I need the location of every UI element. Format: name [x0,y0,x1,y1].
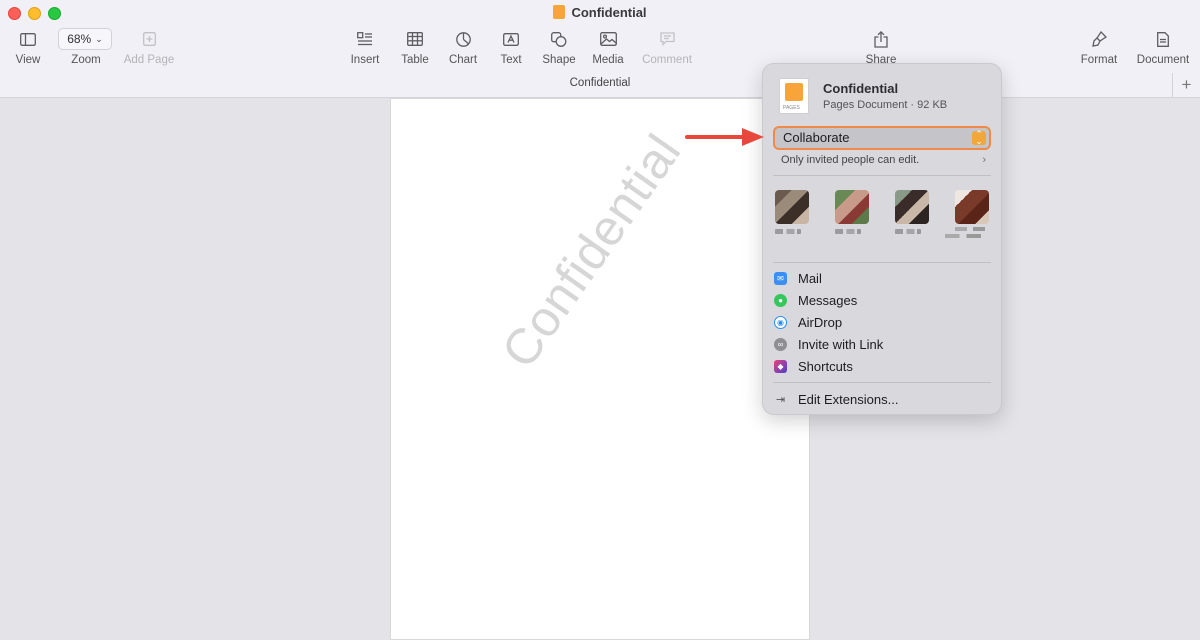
comment-label: Comment [642,54,692,66]
document-icon [1157,31,1169,47]
zoom-value: 68% [67,32,92,46]
invite-link-label: Invite with Link [798,336,884,352]
share-doc-info: Pages Document · 92 KB [823,99,948,111]
share-popover: PAGES Confidential Pages Document · 92 K… [762,63,1002,415]
text-box-icon [503,32,519,46]
pages-file-icon: PAGES [779,78,809,114]
mail-label: Mail [798,270,822,286]
chart-icon [455,31,471,47]
shape-icon [551,31,567,47]
format-button[interactable]: Format [1069,28,1129,66]
media-label: Media [592,54,624,66]
chevron-down-icon: ⌄ [95,33,103,44]
pages-document-icon [553,5,566,19]
document-tab[interactable]: Confidential [0,77,1200,89]
insert-icon [357,32,372,46]
share-shortcuts[interactable]: ◆ Shortcuts [773,356,991,376]
annotation-arrow [685,135,745,139]
add-tab-button[interactable]: + [1172,73,1200,98]
edit-extensions[interactable]: ⇥ Edit Extensions... [773,389,991,409]
share-mail[interactable]: ✉ Mail [773,268,991,288]
share-airdrop[interactable]: ◉ AirDrop [773,312,991,332]
zoom-dropdown[interactable]: 68% ⌄ [58,28,112,50]
photo-icon [599,32,617,46]
comment-button[interactable]: Comment [637,28,697,66]
contact-avatar[interactable] [895,190,935,234]
comment-icon [659,32,675,46]
window-title: Confidential [0,5,1200,20]
permission-setting[interactable]: Only invited people can edit. › [781,154,986,166]
add-page-icon [142,32,156,46]
shortcuts-label: Shortcuts [798,358,853,374]
edit-extensions-label: Edit Extensions... [798,391,899,407]
table-icon [407,32,423,46]
document-button[interactable]: Document [1133,28,1193,66]
view-label: View [15,54,41,66]
document-label: Document [1136,54,1190,66]
media-button[interactable]: Media [578,28,638,66]
annotation-arrow-head [742,128,764,146]
share-doc-name: Confidential [823,81,899,96]
view-button[interactable]: View [0,28,58,66]
divider [773,175,991,176]
share-invite-link[interactable]: ∞ Invite with Link [773,334,991,354]
document-page[interactable] [390,98,810,640]
mail-icon: ✉ [774,271,787,285]
messages-icon: ● [774,293,787,307]
contact-avatar[interactable] [775,190,815,234]
sidebar-icon [20,32,36,46]
extensions-icon: ⇥ [775,393,786,406]
permission-text: Only invited people can edit. [781,154,920,166]
share-icon [874,30,888,48]
chevron-right-icon: › [982,154,986,166]
share-messages[interactable]: ● Messages [773,290,991,310]
collaborate-value: Collaborate [783,130,850,145]
contact-avatar[interactable] [945,190,995,238]
add-page-button[interactable]: Add Page [119,28,179,66]
zoom-label: Zoom [71,54,101,66]
divider [773,382,991,383]
messages-label: Messages [798,292,858,308]
format-label: Format [1080,54,1118,66]
share-button[interactable]: Share [851,28,911,66]
contact-avatar[interactable] [835,190,875,234]
airdrop-label: AirDrop [798,314,843,330]
divider [773,262,991,263]
window-toolbar: Confidential View 68% ⌄ Zoom Add Page In… [0,0,1200,98]
dropdown-stepper-icon: ⌃ ⌄ [972,130,986,146]
shortcuts-icon: ◆ [774,359,787,373]
paintbrush-icon [1091,31,1107,47]
collaborate-dropdown[interactable]: Collaborate ⌃ ⌄ [773,126,991,150]
link-icon: ∞ [774,337,787,351]
add-page-label: Add Page [123,54,175,66]
airdrop-icon: ◉ [774,315,787,329]
